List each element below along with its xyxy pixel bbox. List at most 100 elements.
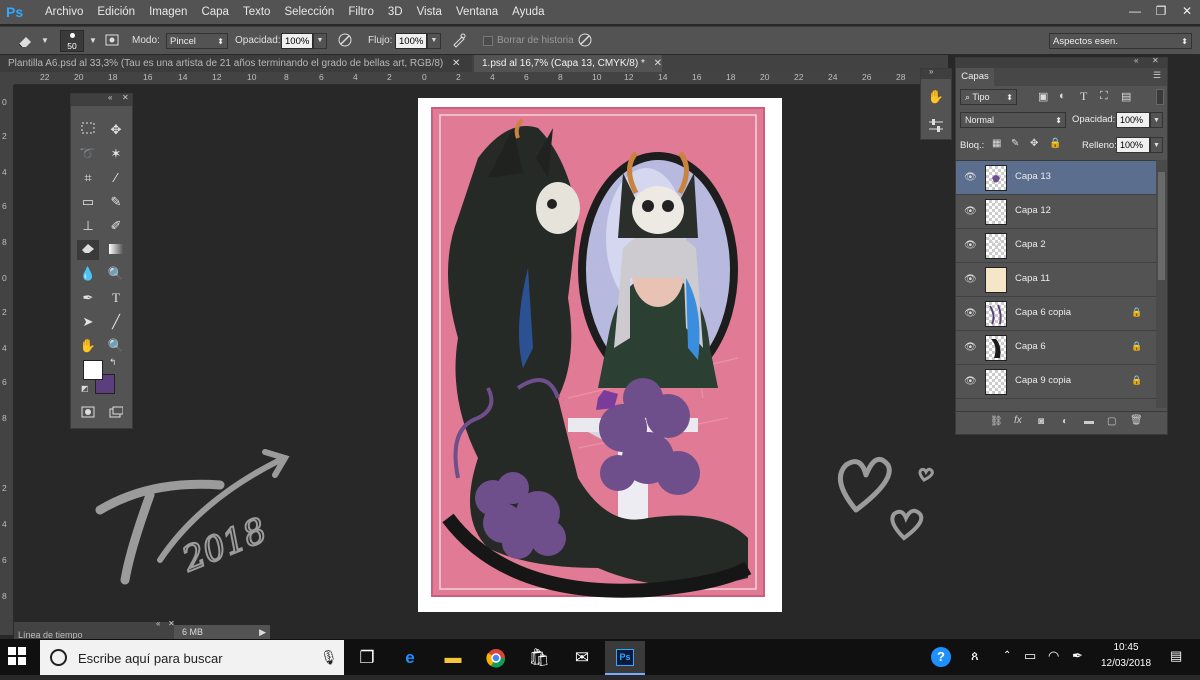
layer-opacity-input[interactable]: 100% bbox=[1116, 112, 1150, 128]
file-explorer-icon[interactable]: ▬ bbox=[433, 641, 473, 675]
flow-dropdown-icon[interactable]: ▼ bbox=[427, 33, 441, 49]
quick-mask-icon[interactable] bbox=[77, 404, 99, 424]
filter-toggle[interactable] bbox=[1156, 89, 1164, 105]
mode-select[interactable]: Pincel ⬍ bbox=[166, 33, 228, 49]
visibility-eye-icon[interactable]: 👁 bbox=[964, 308, 977, 319]
delete-layer-icon[interactable]: 🗑 bbox=[1130, 415, 1143, 426]
layers-panel-strip[interactable]: « ✕ bbox=[956, 56, 1167, 68]
blur-tool-icon[interactable]: 💧 bbox=[77, 264, 99, 284]
close-icon[interactable]: ✕ bbox=[1152, 56, 1159, 65]
taskbar-search[interactable]: Escribe aquí para buscar 🎙 bbox=[40, 640, 344, 675]
screen-mode-icon[interactable] bbox=[105, 404, 127, 424]
tab-close-icon[interactable]: ✕ bbox=[452, 58, 460, 69]
close-icon[interactable]: ✕ bbox=[122, 93, 129, 102]
tools-panel-header[interactable]: « ✕ bbox=[71, 93, 132, 106]
layers-scrollbar[interactable] bbox=[1156, 160, 1167, 408]
default-colors-icon[interactable]: ◩ bbox=[81, 384, 89, 393]
menu-imagen[interactable]: Imagen bbox=[142, 0, 194, 24]
airbrush-icon[interactable] bbox=[450, 32, 468, 50]
pressure-size-icon[interactable] bbox=[576, 32, 594, 50]
opacity-input[interactable]: 100% bbox=[281, 33, 313, 49]
new-layer-icon[interactable]: ▢ bbox=[1107, 416, 1116, 427]
tab-close-icon[interactable]: ✕ bbox=[654, 58, 662, 69]
tab-layers[interactable]: Capas bbox=[956, 68, 994, 86]
adjustments-panel-icon[interactable] bbox=[927, 117, 945, 135]
lock-pixels-icon[interactable]: ✎ bbox=[1011, 138, 1019, 149]
eraser-preset-icon[interactable] bbox=[16, 32, 34, 50]
layer-row[interactable]: 👁 Capa 6 🔒 bbox=[956, 331, 1156, 365]
line-tool-icon[interactable]: ╱ bbox=[105, 312, 127, 332]
minimize-button[interactable]: — bbox=[1122, 0, 1148, 24]
menu-3d[interactable]: 3D bbox=[381, 0, 410, 24]
history-brush-tool-icon[interactable]: ✐ bbox=[105, 216, 127, 236]
notifications-icon[interactable]: ▤ bbox=[1170, 648, 1182, 664]
dodge-tool-icon[interactable]: 🔍 bbox=[105, 264, 127, 284]
task-view-icon[interactable]: ❐ bbox=[347, 641, 387, 675]
dock-strip-header[interactable]: » bbox=[921, 67, 951, 79]
flow-input[interactable]: 100% bbox=[395, 33, 427, 49]
magic-wand-tool-icon[interactable]: ✶ bbox=[105, 144, 127, 164]
link-layers-icon[interactable]: ⛓ bbox=[990, 416, 1003, 427]
expand-icon[interactable]: » bbox=[929, 67, 933, 76]
layer-opacity-dropdown-icon[interactable]: ▼ bbox=[1150, 112, 1163, 128]
visibility-eye-icon[interactable]: 👁 bbox=[964, 206, 977, 217]
layer-row[interactable]: 👁 Capa 9 copia 🔒 bbox=[956, 365, 1156, 399]
windows-start-icon[interactable] bbox=[8, 647, 30, 667]
layer-row[interactable]: 👁 Capa 11 bbox=[956, 263, 1156, 297]
gradient-tool-icon[interactable] bbox=[105, 240, 127, 260]
store-icon[interactable]: 🛍 bbox=[519, 641, 559, 675]
collapse-icon[interactable]: « bbox=[156, 619, 160, 628]
filter-shape-icon[interactable]: ⛶ bbox=[1100, 90, 1108, 103]
visibility-eye-icon[interactable]: 👁 bbox=[964, 376, 977, 387]
people-icon[interactable]: ጰ bbox=[971, 648, 979, 664]
history-panel-icon[interactable]: ✋ bbox=[927, 89, 945, 107]
layer-mask-icon[interactable]: ◙ bbox=[1038, 416, 1044, 427]
lasso-tool-icon[interactable]: ➰ bbox=[77, 144, 99, 164]
filter-pixel-icon[interactable]: ▣ bbox=[1038, 90, 1048, 103]
adjustment-layer-icon[interactable]: ◐ bbox=[1062, 416, 1068, 427]
zoom-tool-icon[interactable]: 🔍 bbox=[105, 336, 127, 356]
chrome-icon[interactable] bbox=[476, 641, 516, 675]
filter-adjustment-icon[interactable]: ◐ bbox=[1059, 90, 1066, 102]
fill-input[interactable]: 100% bbox=[1116, 137, 1150, 153]
edge-icon[interactable]: e bbox=[390, 641, 430, 675]
network-icon[interactable]: ▭ bbox=[1024, 648, 1036, 664]
visibility-eye-icon[interactable]: 👁 bbox=[964, 240, 977, 251]
microphone-icon[interactable]: 🎙 bbox=[320, 649, 338, 666]
eyedropper-tool-icon[interactable]: ⁄ bbox=[105, 168, 127, 188]
collapse-icon[interactable]: « bbox=[108, 93, 112, 102]
layer-row[interactable]: 👁 Capa 12 bbox=[956, 195, 1156, 229]
history-checkbox[interactable] bbox=[483, 36, 493, 46]
foreground-color-swatch[interactable] bbox=[83, 360, 103, 380]
healing-brush-tool-icon[interactable]: ▭ bbox=[77, 192, 99, 212]
menu-vista[interactable]: Vista bbox=[410, 0, 449, 24]
workspace-select[interactable]: Aspectos esen. ⬍ bbox=[1049, 33, 1192, 49]
tray-overflow-icon[interactable]: ⌃ bbox=[1003, 650, 1011, 661]
lock-all-icon[interactable]: 🔒 bbox=[1049, 138, 1061, 149]
layer-filter-select[interactable]: ⌕ Tipo ⬍ bbox=[960, 89, 1017, 105]
tab-1psd[interactable]: 1.psd al 16,7% (Capa 13, CMYK/8) * ✕ bbox=[474, 55, 662, 72]
close-button[interactable]: ✕ bbox=[1174, 0, 1200, 24]
brush-size-picker[interactable]: 50 bbox=[60, 30, 84, 52]
opacity-dropdown-icon[interactable]: ▼ bbox=[313, 33, 327, 49]
new-group-icon[interactable]: ▬ bbox=[1084, 416, 1094, 427]
menu-ventana[interactable]: Ventana bbox=[449, 0, 505, 24]
layer-row[interactable]: 👁 Capa 13 bbox=[956, 161, 1156, 195]
brush-panel-icon[interactable] bbox=[103, 32, 121, 50]
brush-size-dropdown-icon[interactable]: ▼ bbox=[84, 32, 102, 50]
blend-mode-select[interactable]: Normal ⬍ bbox=[960, 112, 1066, 128]
scrollbar-thumb[interactable] bbox=[1158, 172, 1165, 280]
menu-filtro[interactable]: Filtro bbox=[341, 0, 381, 24]
pen-icon[interactable]: ✒ bbox=[1072, 648, 1083, 664]
menu-texto[interactable]: Texto bbox=[236, 0, 278, 24]
eraser-tool-icon[interactable] bbox=[77, 240, 99, 260]
help-icon[interactable]: ? bbox=[931, 647, 951, 667]
path-selection-tool-icon[interactable]: ➤ bbox=[77, 312, 99, 332]
collapse-icon[interactable]: « bbox=[1134, 56, 1138, 65]
document-canvas[interactable] bbox=[418, 98, 782, 612]
fill-dropdown-icon[interactable]: ▼ bbox=[1150, 137, 1163, 153]
brush-tool-icon[interactable]: ✎ bbox=[105, 192, 127, 212]
swap-colors-icon[interactable]: ↰ bbox=[109, 357, 117, 368]
crop-tool-icon[interactable]: ⌗ bbox=[77, 168, 99, 188]
tab-plantilla[interactable]: Plantilla A6.psd al 33,3% (Tau es una ar… bbox=[0, 55, 472, 72]
